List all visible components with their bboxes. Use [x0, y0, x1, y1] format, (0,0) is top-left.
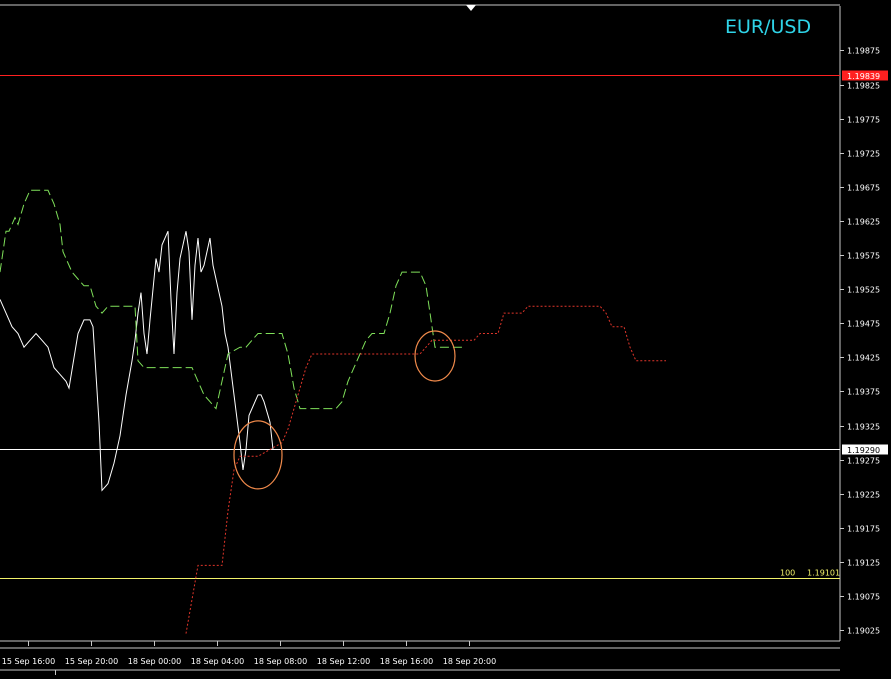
y-tick-label: 1.19575 — [847, 252, 880, 261]
y-tick-label: 1.19525 — [847, 286, 880, 295]
x-tick-label: 18 Sep 04:00 — [191, 657, 244, 666]
x-tick-label: 18 Sep 16:00 — [380, 657, 433, 666]
chart-frame — [0, 0, 891, 675]
x-tick-label: 18 Sep 20:00 — [443, 657, 496, 666]
x-tick-label: 15 Sep 20:00 — [65, 657, 118, 666]
y-tick-label: 1.19725 — [847, 150, 880, 159]
y-tick-label: 1.19225 — [847, 491, 880, 500]
y-tick-label: 1.19325 — [847, 423, 880, 432]
level-price-label: 1.19101 — [807, 569, 840, 578]
price-chart[interactable]: 1.19839 1.19290 100 1.19101 1.19875 1.19825 1… — [0, 0, 891, 675]
price-tag-label: 1.19839 — [847, 72, 880, 81]
y-tick-label: 1.19075 — [847, 593, 880, 602]
x-tick-label: 15 Sep 16:00 — [2, 657, 55, 666]
y-tick-label: 1.19875 — [847, 47, 880, 56]
y-tick-label: 1.19475 — [847, 320, 880, 329]
symbol-label: EUR/USD — [725, 16, 811, 38]
level-text: 100 — [780, 569, 795, 578]
y-tick-label: 1.19775 — [847, 116, 880, 125]
x-tick-label: 18 Sep 08:00 — [254, 657, 307, 666]
x-tick-label: 18 Sep 00:00 — [128, 657, 181, 666]
y-tick-label: 1.19825 — [847, 82, 880, 91]
y-tick-label: 1.19675 — [847, 184, 880, 193]
y-tick-label: 1.19425 — [847, 354, 880, 363]
x-tick-label: 18 Sep 12:00 — [317, 657, 370, 666]
y-tick-label: 1.19125 — [847, 559, 880, 568]
y-tick-label: 1.19625 — [847, 218, 880, 227]
y-tick-label: 1.19375 — [847, 388, 880, 397]
y-tick-label: 1.19175 — [847, 525, 880, 534]
price-tag-label: 1.19290 — [847, 446, 880, 455]
y-tick-label: 1.19275 — [847, 457, 880, 466]
chart-background — [0, 0, 891, 675]
chart-canvas[interactable]: 1.19839 1.19290 100 1.19101 1.19875 1.19825 1… — [0, 0, 891, 675]
y-tick-label: 1.19025 — [847, 627, 880, 636]
